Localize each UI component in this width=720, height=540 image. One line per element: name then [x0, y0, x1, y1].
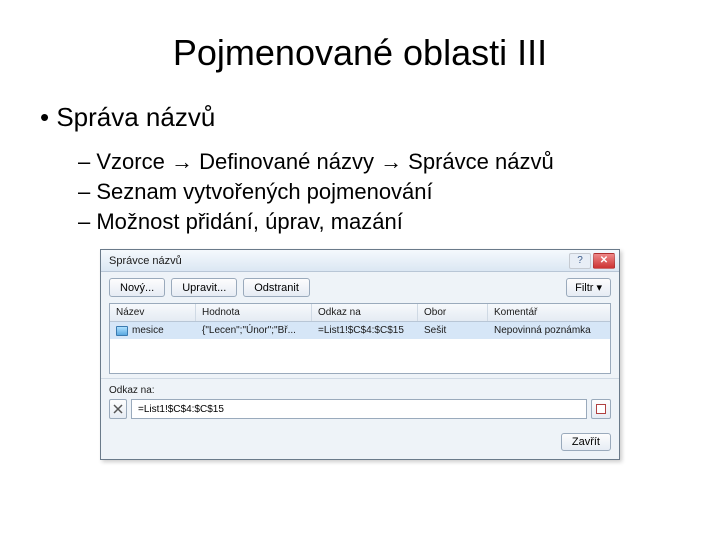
cell-name: mesice: [132, 325, 164, 336]
table-empty-area: [110, 339, 610, 373]
cell-scope: Sešit: [418, 322, 488, 339]
col-header-ref[interactable]: Odkaz na: [312, 304, 418, 321]
range-picker-button[interactable]: [591, 399, 611, 419]
bullet-level2-actions: Možnost přidání, úprav, mazání: [78, 209, 690, 235]
col-header-value[interactable]: Hodnota: [196, 304, 312, 321]
close-button[interactable]: ✕: [593, 253, 615, 269]
arrow-icon: →: [380, 149, 402, 174]
cell-comment: Nepovinná poznámka: [488, 322, 610, 339]
titlebar: Správce názvů ? ✕: [101, 250, 619, 272]
col-header-name[interactable]: Název: [110, 304, 196, 321]
table-row[interactable]: mesice {"Lecen";"Únor";"Bř... =List1!$C$…: [110, 322, 610, 339]
filter-button[interactable]: Filtr ▾: [566, 278, 611, 297]
refers-to-label: Odkaz na:: [109, 385, 611, 396]
bullet-level1: Správa názvů: [40, 102, 690, 133]
col-header-comment[interactable]: Komentář: [488, 304, 610, 321]
help-button[interactable]: ?: [569, 253, 591, 269]
table-header: Název Hodnota Odkaz na Obor Komentář: [110, 304, 610, 322]
range-icon: [116, 326, 128, 336]
refers-to-section: Odkaz na:: [101, 378, 619, 427]
cancel-ref-button[interactable]: [109, 399, 127, 419]
cell-value: {"Lecen";"Únor";"Bř...: [196, 322, 312, 339]
bullet-level2-nav: Vzorce → Definované názvy → Správce názv…: [78, 149, 690, 175]
dialog-title: Správce názvů: [109, 255, 182, 267]
x-icon: [113, 404, 123, 414]
delete-button[interactable]: Odstranit: [243, 278, 310, 297]
dialog-footer: Zavřít: [101, 427, 619, 459]
col-header-scope[interactable]: Obor: [418, 304, 488, 321]
bullet-level2-list: Seznam vytvořených pojmenování: [78, 179, 690, 205]
new-button[interactable]: Nový...: [109, 278, 165, 297]
slide-title: Pojmenované oblasti III: [30, 32, 690, 74]
name-manager-dialog: Správce názvů ? ✕ Nový... Upravit... Ods…: [100, 249, 620, 460]
cell-ref: =List1!$C$4:$C$15: [312, 322, 418, 339]
edit-button[interactable]: Upravit...: [171, 278, 237, 297]
names-table: Název Hodnota Odkaz na Obor Komentář mes…: [109, 303, 611, 374]
range-picker-icon: [596, 404, 606, 414]
close-dialog-button[interactable]: Zavřít: [561, 433, 611, 451]
nav-step-3: Správce názvů: [402, 149, 554, 174]
toolbar: Nový... Upravit... Odstranit Filtr ▾: [101, 272, 619, 303]
refers-to-input[interactable]: [131, 399, 587, 419]
arrow-icon: →: [171, 149, 193, 174]
nav-step-1: Vzorce: [96, 149, 171, 174]
nav-step-2: Definované názvy: [193, 149, 380, 174]
